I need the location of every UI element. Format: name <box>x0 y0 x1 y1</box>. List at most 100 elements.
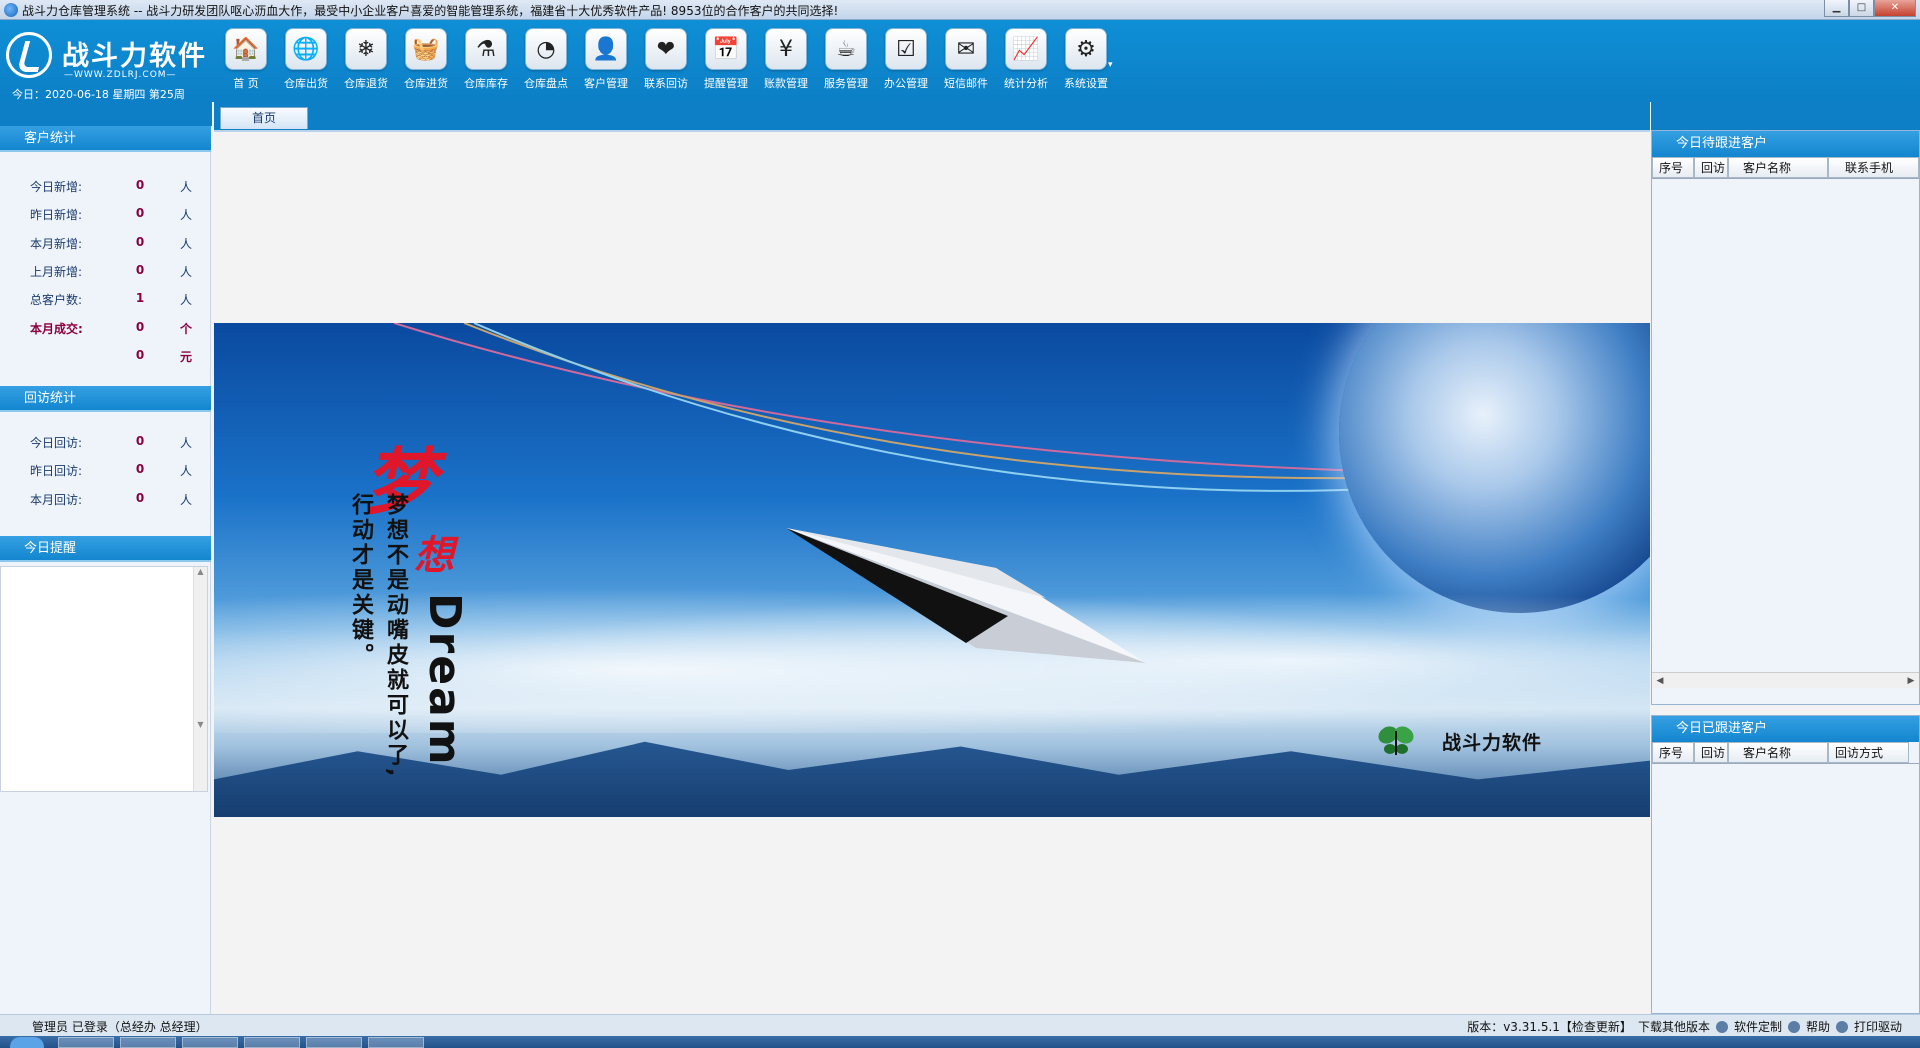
calendar-icon: 📅 <box>705 28 747 70</box>
toolbar-button-6[interactable]: 👤 客户管理 <box>576 28 636 91</box>
customer-stats-header[interactable]: 客户统计 <box>0 126 211 152</box>
toolbar-button-2[interactable]: ❄ 仓库退货 <box>336 28 396 91</box>
taskbar-item[interactable] <box>306 1037 362 1048</box>
toolbar-button-5[interactable]: ◔ 仓库盘点 <box>516 28 576 91</box>
stat-row: 昨日回访: 0 人 <box>0 462 211 482</box>
help-link[interactable]: 帮助 <box>1806 1018 1830 1035</box>
stat-label: 本月成交: <box>30 321 83 336</box>
home-banner: 梦 想 Dream 梦想不是动嘴皮就可以了, 行动才是关键。 战斗力软件 <box>214 323 1650 817</box>
toolbar-label: 短信邮件 <box>944 77 988 90</box>
column-header[interactable]: 回访方式 <box>1828 742 1909 763</box>
toolbar-more-icon[interactable]: ▾ <box>1108 60 1113 70</box>
pending-followups-columns: 序号 回访 客户名称 联系手机 <box>1652 157 1919 179</box>
column-header[interactable]: 客户名称 <box>1728 742 1828 763</box>
toolbar-label: 仓库出货 <box>284 77 328 90</box>
horizontal-scrollbar[interactable]: ◀ ▶ <box>1652 672 1919 688</box>
column-header[interactable]: 序号 <box>1652 157 1694 178</box>
stat-label: 总客户数: <box>30 293 83 308</box>
yen-icon: ¥ <box>765 28 807 70</box>
taskbar-item[interactable] <box>182 1037 238 1048</box>
banner-brand: 战斗力软件 <box>1442 732 1543 754</box>
globe-icon: 🌐 <box>285 28 327 70</box>
pie-chart-icon: ◔ <box>525 28 567 70</box>
stat-value: 0 <box>135 462 145 477</box>
stat-unit: 个 <box>180 321 193 336</box>
stat-row: 本月成交: 0 个 <box>0 320 211 340</box>
toolbar-label: 服务管理 <box>824 77 868 90</box>
stat-label: 本月新增: <box>30 236 83 251</box>
gear-icon <box>1715 1020 1728 1033</box>
stat-row: 本月新增: 0 人 <box>0 235 211 255</box>
toolbar-button-11[interactable]: ☑ 办公管理 <box>876 28 936 91</box>
version-link[interactable]: 版本：v3.31.5.1【检查更新】 <box>1467 1018 1632 1035</box>
report-icon: 📈 <box>1005 28 1047 70</box>
start-button[interactable] <box>10 1037 44 1048</box>
taskbar-item[interactable] <box>368 1037 424 1048</box>
scroll-right-icon[interactable]: ▶ <box>1904 674 1918 688</box>
heart-icon: ❤ <box>645 28 687 70</box>
tab-home[interactable]: 首页 <box>220 107 308 129</box>
taskbar-item[interactable] <box>58 1037 114 1048</box>
custom-link[interactable]: 软件定制 <box>1734 1018 1782 1035</box>
maximize-button[interactable]: □ <box>1849 0 1874 17</box>
toolbar-button-12[interactable]: ✉ 短信邮件 <box>936 28 996 91</box>
stat-unit: 人 <box>180 236 193 251</box>
toolbar-button-0[interactable]: 🏠 首 页 <box>216 28 276 91</box>
stat-unit: 人 <box>180 208 193 223</box>
reminder-list[interactable]: ▲ ▼ <box>0 566 208 792</box>
title-bar: 战斗力仓库管理系统 -- 战斗力研发团队呕心沥血大作，最受中小企业客户喜爱的智能… <box>0 0 1920 20</box>
toolbar-button-10[interactable]: ☕ 服务管理 <box>816 28 876 91</box>
column-header[interactable]: 回访 <box>1694 157 1728 178</box>
column-header[interactable]: 客户名称 <box>1728 157 1828 178</box>
visit-stats-header[interactable]: 回访统计 <box>0 386 211 412</box>
stat-row: 本月回访: 0 人 <box>0 491 211 511</box>
stat-row: 今日新增: 0 人 <box>0 178 211 198</box>
toolbar-label: 客户管理 <box>584 77 628 90</box>
toolbar-label: 仓库盘点 <box>524 77 568 90</box>
taskbar-item[interactable] <box>244 1037 300 1048</box>
login-status: 管理员 已登录（总经办 总经理） <box>32 1020 208 1034</box>
toolbar-label: 系统设置 <box>1064 77 1108 90</box>
banner-dream-word: Dream <box>419 593 470 767</box>
stat-unit: 人 <box>180 492 193 507</box>
envelope-icon: ✉ <box>945 28 987 70</box>
close-button[interactable]: ✕ <box>1874 0 1916 17</box>
tab-strip: 首页 <box>214 102 1650 132</box>
butterfly-icon <box>1378 726 1414 755</box>
column-header[interactable]: 联系手机 <box>1828 157 1919 178</box>
taskbar-item[interactable] <box>120 1037 176 1048</box>
download-link[interactable]: 下载其他版本 <box>1638 1018 1710 1035</box>
reminder-scrollbar[interactable]: ▲ ▼ <box>193 567 207 791</box>
pending-followups-header: 今日待跟进客户 <box>1652 131 1919 157</box>
toolbar-button-8[interactable]: 📅 提醒管理 <box>696 28 756 91</box>
stat-row: 总客户数: 1 人 <box>0 291 211 311</box>
print-driver-link[interactable]: 打印驱动 <box>1854 1018 1902 1035</box>
stat-label: 本月回访: <box>30 492 83 507</box>
toolbar-button-4[interactable]: ⚗ 仓库库存 <box>456 28 516 91</box>
gears-icon: ⚙ <box>1065 28 1107 70</box>
stat-value: 0 <box>135 434 145 448</box>
minimize-button[interactable]: ▁ <box>1824 0 1849 17</box>
window-title: 战斗力仓库管理系统 -- 战斗力研发团队呕心沥血大作，最受中小企业客户喜爱的智能… <box>22 4 839 18</box>
toolbar-button-1[interactable]: 🌐 仓库出货 <box>276 28 336 91</box>
pending-followups-grid[interactable]: ◀ ▶ <box>1652 179 1919 688</box>
column-header[interactable]: 回访 <box>1694 742 1728 763</box>
app-header: 战斗力软件 —WWW.ZDLRJ.COM— 🏠 首 页 🌐 仓库出货 ❄ 仓库退货 🧺 仓库进… <box>0 20 1920 102</box>
column-header[interactable]: 序号 <box>1652 742 1694 763</box>
toolbar-button-3[interactable]: 🧺 仓库进货 <box>396 28 456 91</box>
toolbar-button-9[interactable]: ¥ 账款管理 <box>756 28 816 91</box>
scroll-left-icon[interactable]: ◀ <box>1653 674 1667 688</box>
toolbar-button-7[interactable]: ❤ 联系回访 <box>636 28 696 91</box>
stat-label: 昨日新增: <box>30 208 83 223</box>
banner-char-think: 想 <box>414 532 454 579</box>
stat-unit: 人 <box>180 464 193 479</box>
help-icon <box>1787 1020 1800 1033</box>
reminder-header[interactable]: 今日提醒 <box>0 536 211 562</box>
toolbar-button-13[interactable]: 📈 统计分析 <box>996 28 1056 91</box>
done-followups-grid[interactable] <box>1652 764 1919 1012</box>
stat-value: 0 <box>135 490 145 505</box>
toolbar-button-14[interactable]: ⚙ 系统设置 <box>1056 28 1116 91</box>
stat-value: 1 <box>135 291 145 306</box>
os-taskbar <box>0 1036 1920 1048</box>
banner-slogan-2: 行动才是关键。 <box>348 493 373 668</box>
